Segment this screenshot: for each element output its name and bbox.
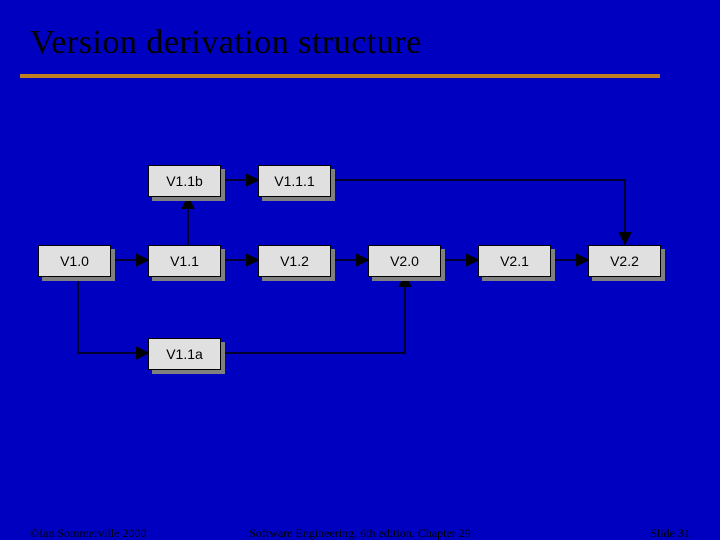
node-v111: V1.1.1 xyxy=(258,165,331,197)
footer-chapter: Software Engineering, 6th edition. Chapt… xyxy=(0,526,720,540)
footer-slide-no: Slide 31 xyxy=(650,526,690,540)
slide: Version derivation structure xyxy=(0,0,720,540)
node-v11: V1.1 xyxy=(148,245,221,277)
node-v22: V2.2 xyxy=(588,245,661,277)
node-v10: V1.0 xyxy=(38,245,111,277)
version-diagram: V1.1b V1.1.1 V1.0 V1.1 V1.2 V2.0 V2.1 V2… xyxy=(0,0,720,540)
node-v20: V2.0 xyxy=(368,245,441,277)
node-v11b: V1.1b xyxy=(148,165,221,197)
node-v11a: V1.1a xyxy=(148,338,221,370)
node-v21: V2.1 xyxy=(478,245,551,277)
node-v12: V1.2 xyxy=(258,245,331,277)
